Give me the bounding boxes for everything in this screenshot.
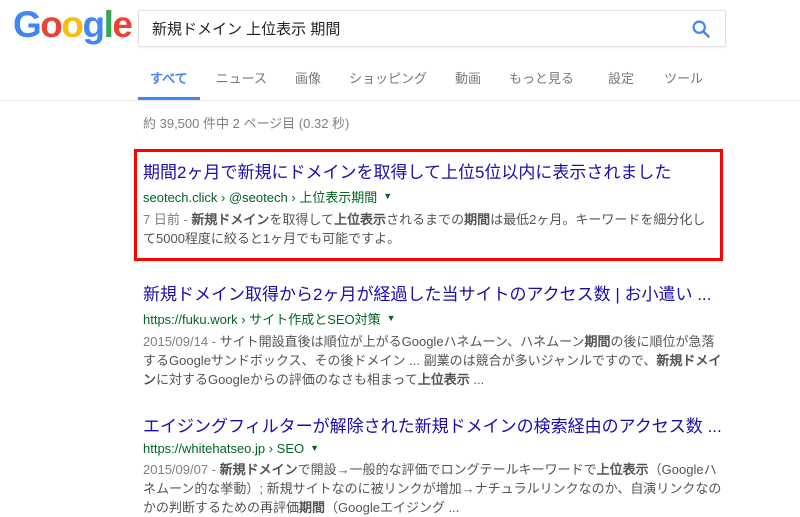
tab-news[interactable]: ニュース <box>204 68 279 100</box>
logo-letter: o <box>40 4 63 45</box>
logo-letter: e <box>112 4 133 45</box>
result-url-text: https://whitehatseo.jp › SEO <box>143 441 305 456</box>
logo-letter: o <box>61 4 84 45</box>
search-result-2: 新規ドメイン取得から2ヶ月が経過した当サイトのアクセス数 | お小遣い ... h… <box>143 280 723 389</box>
result-stats: 約 39,500 件中 2 ページ目 (0.32 秒) <box>143 116 350 131</box>
search-header: Google <box>0 0 800 58</box>
result-url-text: https://fuku.work › サイト作成とSEO対策 <box>143 312 381 327</box>
google-logo[interactable]: Google <box>13 4 133 46</box>
result-date: 2015/09/14 - <box>143 334 220 349</box>
tabs-right: 設定 ツール <box>590 68 800 100</box>
result-snippet: 7 日前 - 新規ドメインを取得して上位表示されるまでの期間は最低2ヶ月。キーワ… <box>143 212 706 246</box>
result-title-link[interactable]: エイジングフィルターが解除された新規ドメインの検索経由のアクセス数 ... <box>143 412 723 437</box>
search-result-1: 期間2ヶ月で新規にドメインを取得して上位5位以内に表示されました seotech.… <box>134 149 723 261</box>
result-snippet: 2015/09/07 - 新規ドメインで開設→一般的な評価でロングテールキーワー… <box>143 462 722 515</box>
result-title-link[interactable]: 新規ドメイン取得から2ヶ月が経過した当サイトのアクセス数 | お小遣い ... <box>143 280 723 305</box>
search-button[interactable] <box>677 11 725 46</box>
result-breadcrumb: seotech.click › @seotech › 上位表示期間 ▼ <box>143 187 712 206</box>
tab-all[interactable]: すべて <box>138 68 200 100</box>
tab-settings[interactable]: 設定 <box>596 68 646 100</box>
search-box <box>138 10 726 47</box>
result-url-text: seotech.click › @seotech › 上位表示期間 <box>143 190 378 205</box>
result-date: 2015/09/07 - <box>143 462 220 477</box>
result-options-arrow-icon[interactable]: ▼ <box>310 444 319 453</box>
search-icon <box>692 19 710 38</box>
result-snippet: 2015/09/14 - サイト開設直後は順位が上がるGoogleハネムーン、ハ… <box>143 334 722 387</box>
tabs-bar: すべて ニュース 画像 ショッピング 動画 もっと見る 設定 ツール <box>0 58 800 101</box>
result-options-arrow-icon[interactable]: ▼ <box>387 314 396 323</box>
logo-letter: g <box>82 4 106 45</box>
tab-tools[interactable]: ツール <box>652 68 715 100</box>
tabs-left: すべて ニュース 画像 ショッピング 動画 もっと見る <box>138 68 590 100</box>
logo-letter: G <box>13 4 42 45</box>
tab-images[interactable]: 画像 <box>283 68 333 100</box>
result-title-link[interactable]: 期間2ヶ月で新規にドメインを取得して上位5位以内に表示されました <box>143 158 712 183</box>
tab-videos[interactable]: 動画 <box>443 68 493 100</box>
result-breadcrumb: https://fuku.work › サイト作成とSEO対策 ▼ <box>143 309 723 328</box>
search-result-3: エイジングフィルターが解除された新規ドメインの検索経由のアクセス数 ... htt… <box>143 412 723 517</box>
result-date: 7 日前 - <box>143 212 192 227</box>
result-breadcrumb: https://whitehatseo.jp › SEO ▼ <box>143 441 723 456</box>
tab-more[interactable]: もっと見る <box>497 68 586 100</box>
result-options-arrow-icon[interactable]: ▼ <box>383 192 392 201</box>
search-input[interactable] <box>139 11 677 46</box>
tab-shopping[interactable]: ショッピング <box>337 68 439 100</box>
results-list: 期間2ヶ月で新規にドメインを取得して上位5位以内に表示されました seotech.… <box>134 149 723 517</box>
